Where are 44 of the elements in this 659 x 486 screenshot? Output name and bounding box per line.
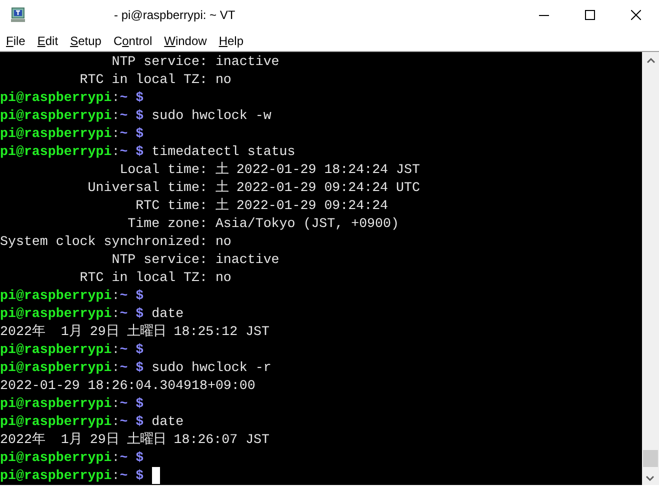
output-text: Local time: 土 2022-01-29 18:24:24 JST — [118, 162, 420, 177]
output-text: NTP service: inactive — [110, 54, 280, 69]
shell-prompt: pi@raspberrypi:~ $ — [0, 450, 144, 465]
menu-item[interactable]: File — [0, 34, 32, 48]
output-text: Time zone: Asia/Tokyo (JST, +0900) — [126, 216, 399, 231]
output-text: 2022年 1月 29日 土曜日 18:25:12 JST — [0, 324, 270, 339]
scrollbar[interactable] — [642, 52, 659, 485]
output-text: 2022年 1月 29日 土曜日 18:26:07 JST — [0, 432, 270, 447]
command-text: sudo hwclock -w — [152, 108, 272, 123]
output-text: RTC time: 土 2022-01-29 09:24:24 — [134, 198, 388, 213]
shell-prompt: pi@raspberrypi:~ $ — [0, 342, 144, 357]
window-title: - pi@raspberrypi: ~ VT — [114, 8, 236, 22]
output-text: 2022-01-29 18:26:04.304918+09:00 — [0, 378, 256, 393]
output-text: NTP service: inactive — [110, 252, 280, 267]
menu-item[interactable]: Help — [212, 34, 250, 48]
shell-prompt: pi@raspberrypi:~ $ — [0, 468, 144, 483]
shell-prompt: pi@raspberrypi:~ $ — [0, 414, 144, 429]
scroll-down-icon[interactable] — [646, 476, 654, 481]
shell-prompt: pi@raspberrypi:~ $ — [0, 288, 144, 303]
menu-item[interactable]: Control — [107, 34, 158, 48]
scroll-thumb[interactable] — [643, 450, 658, 467]
output-text: System clock synchronized: no — [0, 234, 232, 249]
shell-prompt: pi@raspberrypi:~ $ — [0, 396, 144, 411]
shell-prompt: pi@raspberrypi:~ $ — [0, 306, 144, 321]
output-text: Universal time: 土 2022-01-29 09:24:24 UTC — [86, 180, 420, 195]
output-text: RTC in local TZ: no — [78, 72, 232, 87]
output-text: RTC in local TZ: no — [78, 270, 232, 285]
shell-prompt: pi@raspberrypi:~ $ — [0, 144, 144, 159]
command-text: date — [152, 414, 184, 429]
menu-item[interactable]: Edit — [31, 34, 64, 48]
terminal-app-icon — [10, 7, 26, 23]
shell-prompt: pi@raspberrypi:~ $ — [0, 360, 144, 375]
scroll-up-icon[interactable] — [646, 58, 654, 63]
maximize-icon[interactable] — [585, 10, 595, 20]
menu-item[interactable]: Setup — [64, 34, 108, 48]
close-icon[interactable] — [631, 10, 641, 20]
shell-prompt: pi@raspberrypi:~ $ — [0, 90, 144, 105]
command-text: date — [152, 306, 184, 321]
minimize-icon[interactable] — [539, 14, 549, 16]
shell-prompt: pi@raspberrypi:~ $ — [0, 126, 144, 141]
shell-prompt: pi@raspberrypi:~ $ — [0, 108, 144, 123]
command-text: timedatectl status — [152, 144, 296, 159]
menu-item[interactable]: Window — [158, 34, 213, 48]
command-text: sudo hwclock -r — [152, 360, 272, 375]
